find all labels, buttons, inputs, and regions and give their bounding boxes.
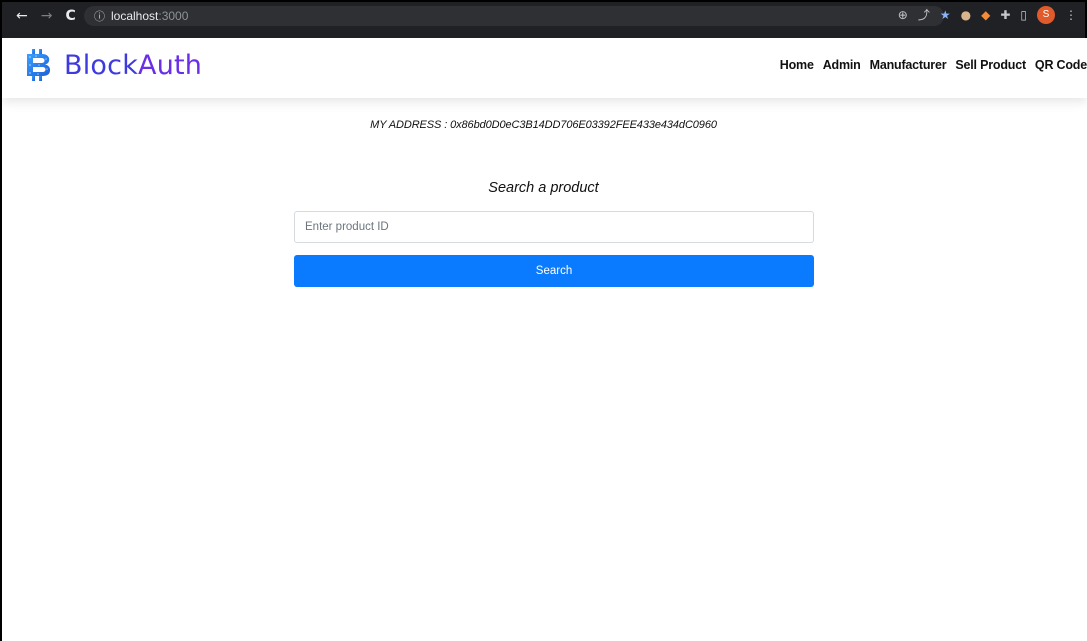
search-button[interactable]: Search [294, 255, 814, 287]
main-nav: Home Admin Manufacturer Sell Product QR … [780, 58, 1087, 72]
extension-face-icon[interactable]: ● [961, 6, 971, 24]
nav-sell-product[interactable]: Sell Product [955, 58, 1026, 72]
nav-admin[interactable]: Admin [823, 58, 861, 72]
browser-nav: ← → C [16, 8, 76, 24]
nav-manufacturer[interactable]: Manufacturer [870, 58, 947, 72]
reload-icon[interactable]: C [65, 8, 75, 24]
url-port: :3000 [158, 9, 189, 23]
metamask-fox-icon[interactable]: ◆ [981, 6, 990, 24]
extensions-puzzle-icon[interactable]: ✚ [1000, 6, 1010, 24]
browser-actions: ⊕ ⤴ ★ ● ◆ ✚ ▯ S ⋮ [898, 6, 1077, 24]
bookmark-star-icon[interactable]: ★ [940, 6, 951, 24]
browser-toolbar: ← → C ⓘ localhost :3000 ⊕ ⤴ ★ ● ◆ ✚ ▯ S … [0, 0, 1087, 38]
profile-avatar[interactable]: S [1037, 6, 1055, 24]
back-icon[interactable]: ← [16, 8, 28, 24]
nav-home[interactable]: Home [780, 58, 814, 72]
brand-name: BlockAuth [64, 49, 203, 81]
share-icon[interactable]: ⤴ [918, 6, 930, 24]
bitcoin-logo-icon [27, 49, 51, 81]
wallet-address: MY ADDRESS : 0x86bd0D0eC3B14DD706E03392F… [370, 119, 717, 131]
browser-menu-icon[interactable]: ⋮ [1065, 6, 1077, 24]
side-panel-icon[interactable]: ▯ [1020, 6, 1027, 24]
url-host: localhost [111, 9, 159, 23]
brand[interactable]: BlockAuth [24, 48, 202, 82]
product-id-input[interactable] [294, 211, 814, 243]
nav-qr-code[interactable]: QR Code [1035, 58, 1087, 72]
search-heading: Search a product [488, 180, 599, 196]
install-icon[interactable]: ⊕ [898, 6, 908, 24]
forward-icon[interactable]: → [41, 8, 53, 24]
site-info-icon[interactable]: ⓘ [94, 8, 105, 24]
app-header: BlockAuth Home Admin Manufacturer Sell P… [2, 38, 1087, 98]
address-bar[interactable]: ⓘ localhost :3000 [84, 6, 944, 26]
